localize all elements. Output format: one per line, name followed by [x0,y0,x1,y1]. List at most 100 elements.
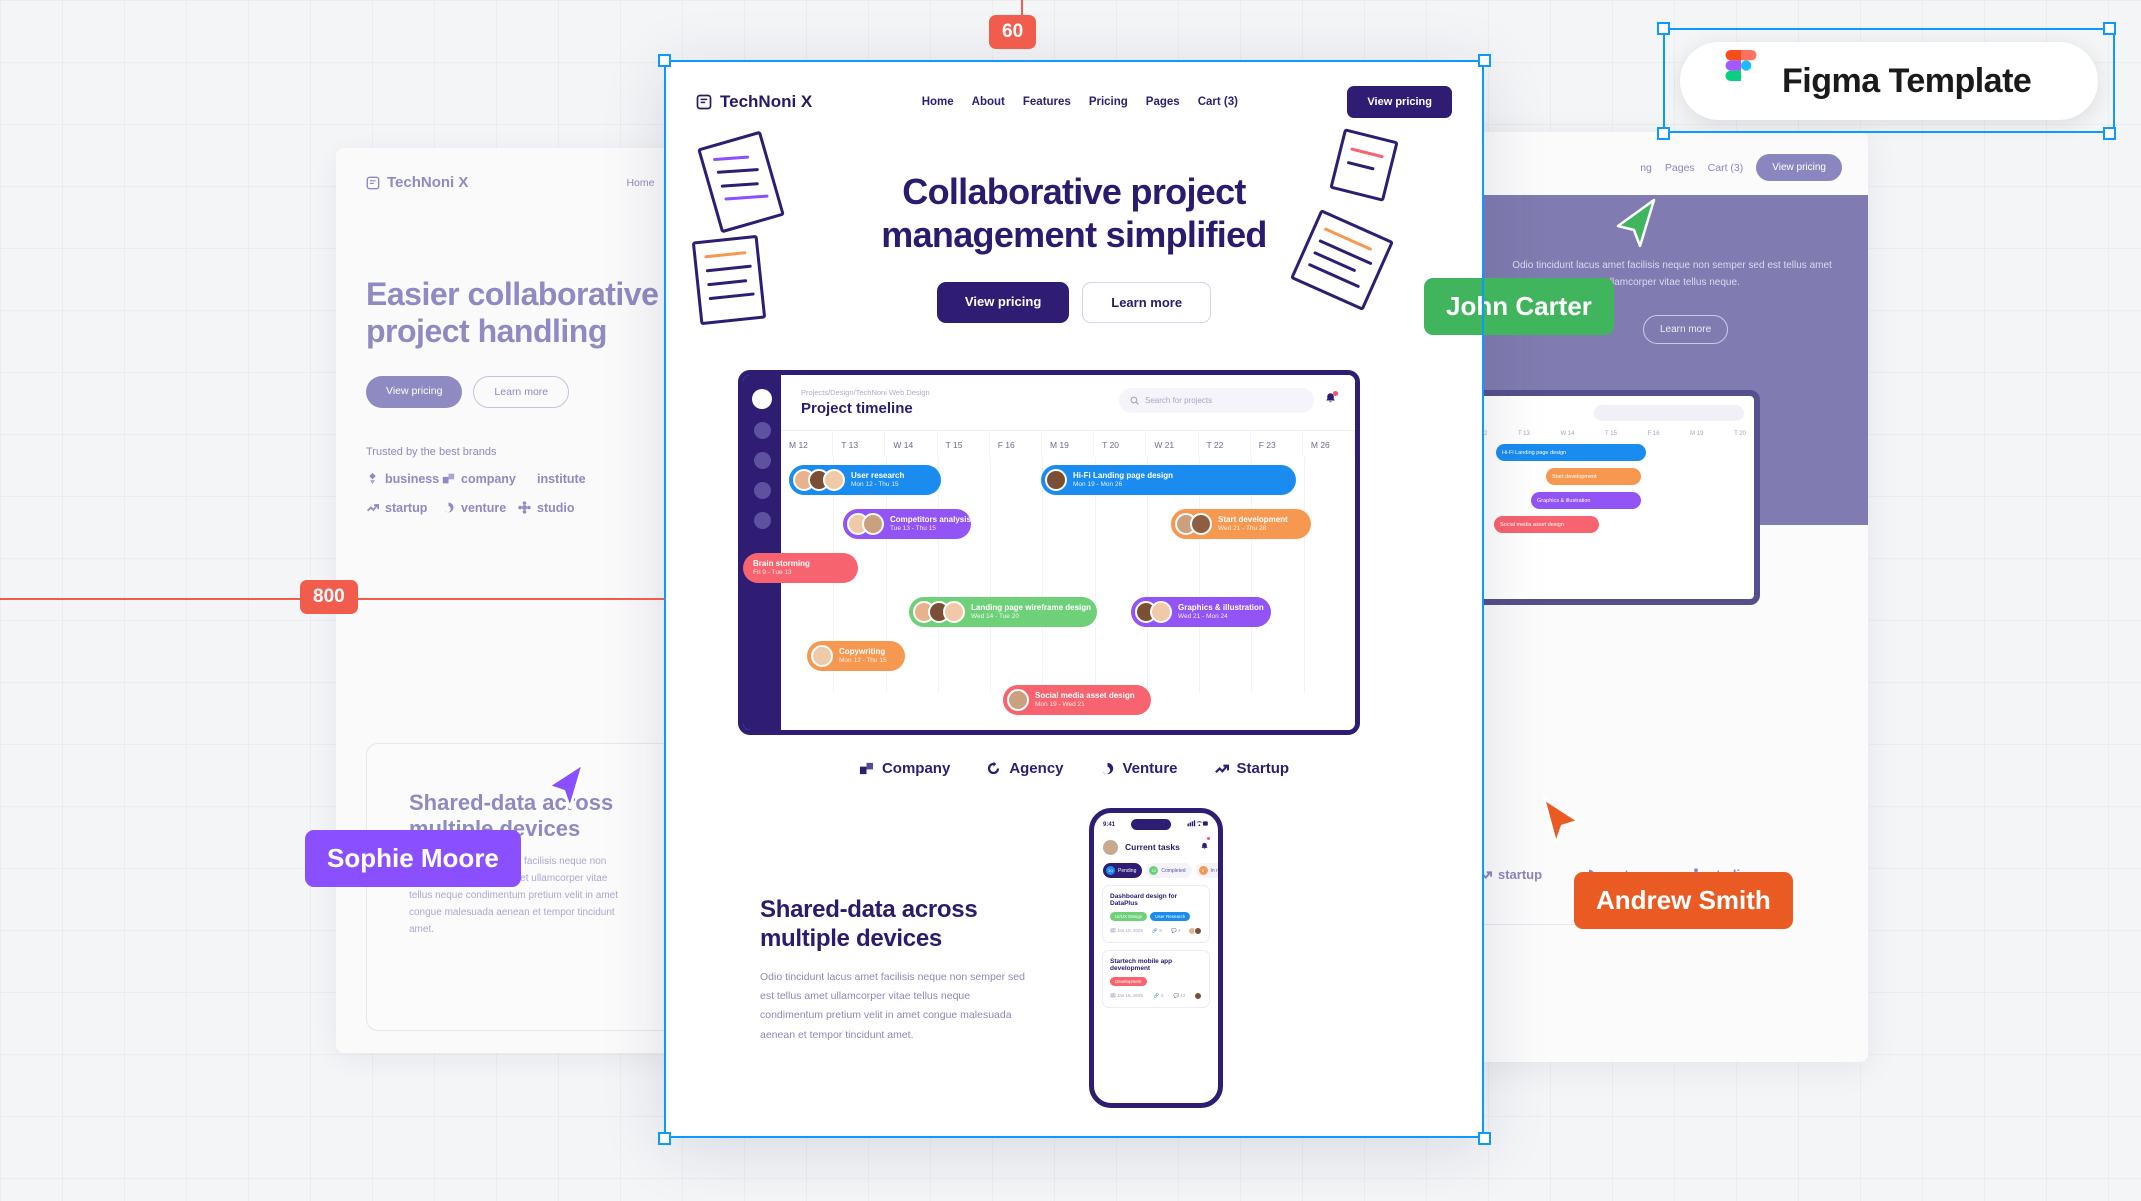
filter-count-badge: 12 [1149,866,1159,875]
task-text: User research Mon 12 - Thu 15 [851,471,904,489]
gantt-task-bar[interactable]: Start development Wed 21 - Thu 28 [1171,509,1311,539]
rail-item-active[interactable] [752,389,772,409]
resize-handle-tl[interactable] [658,54,671,67]
rail-item[interactable] [753,512,771,529]
figma-handle-tl[interactable] [1657,22,1670,35]
gantt-task-bar[interactable]: Social media asset design Mon 19 - Wed 21 [1003,685,1151,715]
bg-left-link-home[interactable]: Home [626,177,654,189]
nav-link-home[interactable]: Home [922,96,954,108]
project-timeline-dashboard[interactable]: Projects/Design/TechNoni Web Design Proj… [738,370,1360,735]
bg-right-task-bar[interactable]: Hi-Fi Landing page design [1496,444,1646,461]
bg-left-brand-venture[interactable]: venture [442,501,518,515]
bg-right-task-bar[interactable]: Start development [1546,468,1641,485]
bg-right-dashboard-preview[interactable]: M 12 T 13 W 14 T 15 F 16 M 19 T 20 Hi-Fi… [1460,390,1760,605]
phone-status-bar: 9:41 [1094,813,1218,830]
rail-item[interactable] [753,452,771,469]
task-tag-group: UI/UX Design User Research [1110,912,1202,921]
bg-left-view-pricing-button[interactable]: View pricing [366,375,463,408]
phone-filter-chip[interactable]: 10 Pending [1103,863,1143,878]
phone-task-card[interactable]: Startech mobile app development Developme… [1102,950,1210,1008]
hero-view-pricing-button[interactable]: View pricing [936,282,1070,324]
task-tag: Development [1110,977,1147,986]
notification-bell[interactable] [1324,391,1338,410]
document-logo-icon [696,94,712,110]
bg-right-task-bar[interactable]: Social media asset design [1494,516,1599,533]
resize-handle-bl[interactable] [658,1132,671,1145]
phone-task-list: Dashboard design for DataPlus UI/UX Desig… [1094,885,1218,1008]
breadcrumb: Projects/Design/TechNoni Web Design [801,388,930,397]
gantt-task-bar[interactable]: Copywriting Mon 12 - Thu 15 [807,641,905,671]
task-dates: Mon 19 - Mon 26 [1073,480,1123,488]
dim-badge-top: 60 [989,15,1037,49]
phone-task-card[interactable]: Dashboard design for DataPlus UI/UX Desig… [1102,885,1210,943]
main-design-frame[interactable]: TechNoni X Home About Features Pricing P… [664,60,1484,1138]
site-logo[interactable]: TechNoni X [696,92,812,112]
gantt-column-guide [937,457,939,692]
bg-right-day: T 15 [1605,431,1617,437]
phone-time: 9:41 [1103,821,1116,828]
bg-left-learn-more-button[interactable]: Learn more [473,375,570,408]
bg-right-link-cart[interactable]: Cart (3) [1708,162,1744,174]
task-name: Landing page wireframe design [971,602,1092,612]
brand-label: Agency [1009,760,1064,777]
nav-link-cart[interactable]: Cart (3) [1198,96,1238,108]
bg-right-day-row: M 12 T 13 W 14 T 15 F 16 M 19 T 20 [1466,421,1754,437]
task-avatar-group [1175,513,1212,535]
bg-right-brand-startup[interactable]: startup [1478,867,1542,882]
phone-mockup[interactable]: 9:41 Current tasks 10 Pending 12 Complet… [1089,808,1223,1108]
brand-label: Company [881,760,951,777]
resize-handle-tr[interactable] [1478,54,1491,67]
hero-heading-line1: Collaborative project [902,171,1246,212]
brand-startup[interactable]: Startup [1214,760,1289,777]
gantt-task-bar[interactable]: Landing page wireframe design Wed 14 - Tu… [909,597,1097,627]
task-name: Graphics & illustration [1178,602,1264,612]
resize-handle-br[interactable] [1478,1132,1491,1145]
rail-item[interactable] [753,482,771,499]
search-box[interactable]: Search for projects [1119,388,1314,413]
bg-right-gantt: Hi-Fi Landing page design Start developm… [1466,444,1754,533]
nav-view-pricing-button[interactable]: View pricing [1347,86,1452,118]
figma-handle-bl[interactable] [1657,127,1670,140]
brand-agency[interactable]: Agency [986,760,1064,777]
avatar [1193,927,1202,935]
bg-right-learn-more-button[interactable]: Learn more [1643,315,1729,344]
gantt-task-bar[interactable]: Brain storming Fri 9 - Tue 13 [743,553,858,583]
brand-venture[interactable]: Venture [1100,760,1178,777]
task-name: Hi-Fi Landing page design [1073,470,1173,480]
nav-link-about[interactable]: About [972,96,1005,108]
bg-right-task-bar[interactable]: Graphics & illustration [1531,492,1641,509]
figma-handle-tr[interactable] [2103,22,2116,35]
bg-left-brand-company[interactable]: company [442,472,518,486]
decor-doc-left-2 [691,234,767,326]
bg-left-brand-business[interactable]: business [366,472,442,486]
rail-item[interactable] [753,422,771,439]
nav-link-pricing[interactable]: Pricing [1089,96,1128,108]
bg-left-logo[interactable]: TechNoni X [366,174,468,191]
task-text: Competitors analysis Tue 13 - Thu 15 [890,515,971,533]
bg-right-search-box[interactable] [1594,405,1744,421]
phone-bell-icon[interactable] [1200,837,1210,856]
phone-header: Current tasks [1094,830,1218,856]
bg-right-link-pages[interactable]: Pages [1665,162,1695,174]
bg-right-view-pricing-button[interactable]: View pricing [1756,154,1842,181]
brand-company[interactable]: Company [859,760,950,777]
gantt-task-bar[interactable]: User research Mon 12 - Thu 15 [789,465,941,495]
phone-filter-chip[interactable]: 12 Completed [1146,863,1192,878]
bg-right-day: F 16 [1647,431,1660,437]
bg-left-logo-text: TechNoni X [387,174,469,191]
avatar [1194,992,1202,1000]
figma-handle-br[interactable] [2103,127,2116,140]
bg-left-brand-studio[interactable]: studio [518,501,594,515]
bg-left-brand-startup[interactable]: startup [366,501,442,515]
gantt-task-bar[interactable]: Graphics & illustration Wed 21 - Mon 24 [1131,597,1271,627]
nav-link-pages[interactable]: Pages [1146,96,1180,108]
task-comments: 💬 4 [1171,928,1181,933]
bg-right-link-pricing[interactable]: ng [1640,162,1652,174]
gantt-task-bar[interactable]: Hi-Fi Landing page design Mon 19 - Mon 26 [1041,465,1296,495]
bg-left-brand-institute[interactable]: institute [518,472,594,486]
dashboard-header-right: Search for projects [1119,388,1338,413]
hero-learn-more-button[interactable]: Learn more [1082,282,1212,324]
gantt-task-bar[interactable]: Competitors analysis Tue 13 - Thu 15 [843,509,971,539]
phone-filter-chip[interactable]: 8In review [1195,863,1218,878]
nav-link-features[interactable]: Features [1023,96,1071,108]
